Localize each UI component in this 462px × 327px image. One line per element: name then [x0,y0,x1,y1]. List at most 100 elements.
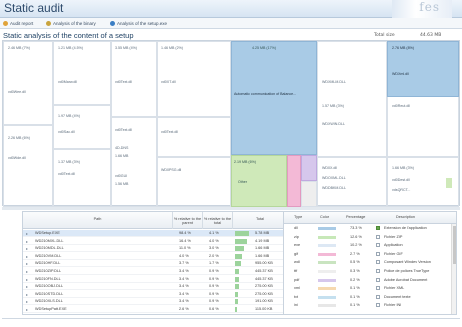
treemap-cell[interactable]: 1.57 MB (3%) WDXMLM.DLL WDXWIN.DLL [317,41,387,157]
file-name: WD210XLS.DLL [35,299,63,304]
type-checkbox[interactable] [376,226,380,230]
type-desc: Fichier INI [384,303,402,308]
cell-label: 3.55 MB (4%) [115,46,137,50]
table-row[interactable]: ▸ WD210OBJ.DLL 3.4 % 0.9 % 275.00 KB [23,283,289,291]
pct-parent: 98.4 % [179,231,191,235]
type-checkbox[interactable] [376,251,380,256]
color-swatch [317,226,337,231]
treemap-cell[interactable]: vd0Text.dll 4D-DNS 1.66 MB vd0GUI 1.56 M… [111,117,157,207]
pct-parent: 11.0 % [179,246,191,251]
column-header-description[interactable]: Description [396,215,415,219]
type-checkbox[interactable] [376,294,380,299]
cell-label: vd0Text.dll [115,80,132,84]
table-row[interactable]: ▸ WD210XLS.DLL 3.4 % 0.9 % 191.00 KB [23,298,289,306]
table-row[interactable]: ▸ WD210VM.DLL 4.0 % 2.0 % 1.66 MB [23,253,289,260]
list-item[interactable]: dll 73.3 % Extension de l'application [284,225,456,232]
cell-label: vd0Wde.dll [8,156,26,160]
table-row[interactable]: ▸ WD210HF.DLL 3.7 % 1.7 % 955.00 KB [23,260,289,268]
table-row[interactable]: ▸ WDSetup.EXE 98.4 % 4.1 % 5.78 MB [23,230,289,237]
list-item[interactable]: xml 0.1 % Fichier XML [284,285,456,292]
treemap-cell-wdxml[interactable]: 2.76 MB (8%) WDXml.dll [387,41,459,97]
scroll-thumb[interactable] [453,226,456,264]
treemap-cell[interactable]: 1.66 MB (3%) vd0Dest.dll vdsQRCT... [387,157,459,207]
panel-splitter[interactable] [2,207,460,210]
color-swatch [317,269,337,274]
list-item[interactable]: gif 2.7 % Fichier GIF [284,251,456,258]
cell-label: vd0Text.dll [161,130,178,134]
list-item[interactable]: wdl 0.5 % Composant Windev Version [284,259,456,266]
cell-label: vd0XT.dll [161,80,176,84]
cell-label: 1.66 MB (3%) [392,166,414,170]
treemap-cell[interactable]: 1.37 MB (3%) vd0Text.dll [53,149,111,207]
type-checkbox[interactable] [376,286,380,291]
size-bar [235,284,239,290]
tab-audit-report[interactable]: Audit report [3,19,33,28]
treemap-cell[interactable]: 1.21 MB (4.5%) vd0Marw.dll [53,41,111,105]
table-row[interactable]: ▸ WD210STD.DLL 3.4 % 0.9 % 275.00 KB [23,291,289,298]
column-header-color[interactable]: Color [320,215,329,219]
treemap-cell-other[interactable]: 2.19 MB (6%) Other [231,155,287,207]
type-desc: Application [384,243,403,248]
treemap-cell[interactable]: 2.46 MB (7%) vd0Wee.dll [3,41,53,125]
treemap-cell[interactable]: vd0Text.dll [157,117,231,157]
treemap-cell[interactable]: 2.26 MB (6%) vd0Wde.dll [3,125,53,207]
treemap-cell[interactable]: WD0PSG.dll [157,157,231,207]
type-checkbox[interactable] [376,234,380,239]
table-row[interactable]: ▸ WD210MDL.DLL 11.0 % 3.0 % 1.66 MB [23,245,289,253]
column-header-percentage[interactable]: Percentage [346,215,365,219]
total-size: 445.37 KB [255,276,273,281]
type-pct: 0.3 % [350,269,360,273]
type-checkbox[interactable] [376,303,380,308]
type-checkbox[interactable] [376,277,380,282]
list-item[interactable]: zip 12.6 % Fichier ZIP [284,234,456,241]
treemap-mini-cell [446,178,452,188]
cell-label: vd0Reut.dll [392,104,410,108]
table-row[interactable]: ▸ WD210FN.DLL 3.4 % 0.9 % 445.37 KB [23,276,289,283]
list-item[interactable]: exe 10.2 % Application [284,242,456,249]
cell-label: WD0PSG.dll [161,168,182,172]
tab-analysis-binary[interactable]: Analysis of the binary [46,19,96,28]
treemap-cell[interactable]: 3.55 MB (4%) vd0Text.dll [111,41,157,117]
column-header-path[interactable]: Path [23,212,173,229]
cell-label: 2.76 MB (8%) [392,46,414,50]
table-row[interactable]: ▸ WD210ZIP.DLL 3.4 % 0.9 % 445.37 KB [23,268,289,275]
list-item[interactable]: pdf 0.2 % Adobe Acrobat Document [284,277,456,284]
binary-icon [46,21,51,26]
total-size: 1.66 MB [255,253,270,258]
file-icon: ▸ [26,262,28,267]
tab-analysis-setup[interactable]: Analysis of the setup.exe [110,19,167,28]
treemap[interactable]: 2.46 MB (7%) vd0Wee.dll 2.26 MB (6%) vd0… [2,40,460,207]
color-swatch [317,277,337,283]
types-scrollbar[interactable] [451,224,456,314]
color-swatch [317,294,337,300]
type-checkbox[interactable] [376,260,380,265]
type-pct: 0.1 % [350,303,360,308]
list-item[interactable]: ttf 0.3 % Police de polices TrueType [284,268,456,275]
column-header-pct-total[interactable]: % relative to the total [203,212,233,229]
list-item[interactable]: ini 0.1 % Fichier INI [284,302,456,309]
type-checkbox[interactable] [376,269,380,273]
list-item[interactable]: txt 0.1 % Document texte [284,294,456,301]
cell-label: 1.66 MB [115,154,129,158]
total-size: 1.66 MB [255,246,270,251]
treemap-cell-pdf[interactable] [301,155,317,181]
color-swatch [317,251,337,257]
column-header-type[interactable]: Type [294,215,302,219]
treemap-cell-gif[interactable] [287,155,301,207]
total-size: 191.00 KB [255,299,273,304]
cell-label: WDXWIN.DLL [322,122,345,126]
total-size: 275.00 KB [255,284,273,289]
treemap-cell[interactable]: 1.97 MB (4%) vd0Sac.dll [53,105,111,149]
treemap-cell[interactable]: 1.46 MB (2%) vd0XT.dll [157,41,231,117]
types-table-header: Type Color Percentage Description [284,212,456,224]
treemap-cell-largest[interactable]: 4.25 MB (17%) Automatic communication of… [231,41,317,155]
type-desc: Adobe Acrobat Document [384,277,428,282]
files-table-header: Path % relative to the parent % relative… [23,212,289,229]
treemap-cell[interactable]: WD0X.dll WDOXML.DLL WDDBKM.DLL [317,157,387,207]
table-row[interactable]: ▸ WDSetupPatt.EXE 2.6 % 0.6 % 115.00 KB [23,306,289,313]
treemap-cell-ttf[interactable] [301,181,317,207]
column-header-total[interactable]: Total [233,212,288,229]
column-header-pct-parent[interactable]: % relative to the parent [173,212,203,229]
type-checkbox[interactable] [376,243,380,248]
table-row[interactable]: ▸ WD210MXL.DLL 16.4 % 4.0 % 4.19 MB [23,238,289,245]
